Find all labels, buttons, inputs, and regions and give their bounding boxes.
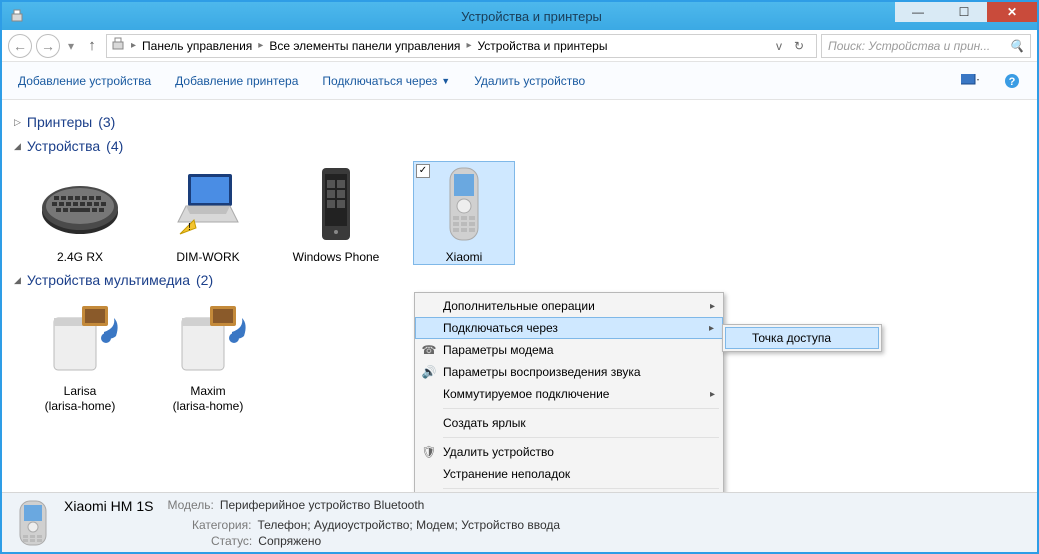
- up-button[interactable]: ↑: [82, 37, 102, 54]
- context-submenu: Точка доступа: [722, 324, 882, 352]
- status-model-value: Периферийное устройство Bluetooth: [220, 498, 424, 516]
- minimize-button[interactable]: —: [895, 2, 941, 22]
- keyboard-icon: [38, 162, 122, 246]
- content-area: ▷ Принтеры (3) ◢ Устройства (4): [2, 100, 1037, 492]
- ctx-item-additional-ops[interactable]: Дополнительные операции: [415, 295, 723, 317]
- status-category-label: Категория:: [192, 518, 251, 532]
- collapse-icon: ◢: [14, 275, 21, 286]
- expand-icon: ▷: [14, 117, 21, 128]
- device-item-xiaomi[interactable]: ✓ Xiaomi: [414, 162, 514, 264]
- device-label: DIM-WORK: [158, 250, 258, 264]
- window-frame: Устройства и принтеры — ☐ ✕ ← → ▾ ↑ ▸ Па…: [0, 0, 1039, 554]
- toolbar: Добавление устройства Добавление принтер…: [2, 62, 1037, 100]
- media-device-label: Maxim: [158, 384, 258, 398]
- ctx-item-dialup-connection[interactable]: Коммутируемое подключение: [415, 383, 723, 405]
- add-printer-button[interactable]: Добавление принтера: [175, 74, 298, 88]
- view-options-button[interactable]: [961, 72, 979, 90]
- status-category-value: Телефон; Аудиоустройство; Модем; Устройс…: [257, 518, 560, 532]
- status-model-label: Модель:: [167, 498, 213, 516]
- media-device-item[interactable]: Maxim (larisa-home): [158, 296, 258, 412]
- media-device-host: (larisa-home): [158, 399, 258, 413]
- device-item-winphone[interactable]: Windows Phone: [286, 162, 386, 264]
- media-device-host: (larisa-home): [30, 399, 130, 413]
- phone-icon: [294, 162, 378, 246]
- status-text: Xiaomi HM 1S Модель: Периферийное устрой…: [64, 498, 560, 548]
- device-label: Windows Phone: [286, 250, 386, 264]
- breadcrumb-bar[interactable]: ▸ Панель управления ▸ Все элементы панел…: [106, 34, 817, 58]
- close-button[interactable]: ✕: [987, 2, 1037, 22]
- breadcrumb-sep: ▸: [464, 40, 473, 51]
- refresh-icon[interactable]: ↻: [794, 39, 804, 53]
- status-state-label: Статус:: [211, 534, 252, 548]
- feature-phone-icon: [422, 162, 506, 246]
- titlebar: Устройства и принтеры — ☐ ✕: [2, 2, 1037, 30]
- group-header-printers[interactable]: ▷ Принтеры (3): [14, 114, 1025, 130]
- ctx-item-connect-via[interactable]: Подключаться через: [415, 317, 723, 339]
- connect-via-label: Подключаться через: [322, 74, 437, 88]
- status-device-icon: [14, 499, 52, 547]
- address-dropdown-icon[interactable]: v: [776, 39, 782, 53]
- context-menu: Дополнительные операции Подключаться чер…: [414, 292, 724, 492]
- group-count: (2): [196, 272, 213, 288]
- back-button[interactable]: ←: [8, 34, 32, 58]
- search-icon: 🔍: [1009, 39, 1024, 53]
- media-server-icon: [166, 296, 250, 380]
- ctx-item-sound-settings[interactable]: 🔊Параметры воспроизведения звука: [415, 361, 723, 383]
- collapse-icon: ◢: [14, 141, 21, 152]
- ctx-subitem-access-point[interactable]: Точка доступа: [725, 327, 879, 349]
- modem-icon: ☎: [421, 342, 437, 358]
- breadcrumb-root-icon: [111, 36, 127, 55]
- devices-row: 2.4G RX ! DIM-WORK: [30, 162, 1025, 264]
- group-label: Принтеры: [27, 114, 92, 130]
- window-buttons: — ☐ ✕: [895, 2, 1037, 22]
- group-header-devices[interactable]: ◢ Устройства (4): [14, 138, 1025, 154]
- media-device-label: Larisa: [30, 384, 130, 398]
- remove-device-button[interactable]: Удалить устройство: [474, 74, 585, 88]
- maximize-button[interactable]: ☐: [941, 2, 987, 22]
- titlebar-text: Устройства и принтеры: [26, 9, 1037, 24]
- ctx-separator: [443, 408, 719, 409]
- app-icon: [10, 8, 26, 24]
- history-dropdown[interactable]: ▾: [64, 39, 78, 53]
- breadcrumb-sep: ▸: [129, 40, 138, 51]
- ctx-item-remove-device[interactable]: 🛡Удалить устройство: [415, 441, 723, 463]
- ctx-item-create-shortcut[interactable]: Создать ярлык: [415, 412, 723, 434]
- search-placeholder: Поиск: Устройства и прин...: [828, 39, 1009, 53]
- ctx-item-troubleshoot[interactable]: Устранение неполадок: [415, 463, 723, 485]
- status-state-value: Сопряжено: [258, 534, 321, 548]
- group-header-multimedia[interactable]: ◢ Устройства мультимедиа (2): [14, 272, 1025, 288]
- ctx-item-modem-settings[interactable]: ☎Параметры модема: [415, 339, 723, 361]
- address-buttons: v ↻: [768, 39, 812, 53]
- media-device-item[interactable]: Larisa (larisa-home): [30, 296, 130, 412]
- chevron-down-icon: ▼: [441, 76, 450, 86]
- search-input[interactable]: Поиск: Устройства и прин... 🔍: [821, 34, 1031, 58]
- device-label: 2.4G RX: [30, 250, 130, 264]
- status-device-name: Xiaomi HM 1S: [64, 498, 153, 514]
- breadcrumb-item[interactable]: Все элементы панели управления: [267, 39, 462, 53]
- group-label: Устройства мультимедиа: [27, 272, 190, 288]
- shield-icon: 🛡: [421, 444, 437, 460]
- statusbar: Xiaomi HM 1S Модель: Периферийное устрой…: [2, 492, 1037, 552]
- laptop-icon: !: [166, 162, 250, 246]
- breadcrumb-item[interactable]: Панель управления: [140, 39, 254, 53]
- group-count: (3): [98, 114, 115, 130]
- group-label: Устройства: [27, 138, 100, 154]
- add-device-button[interactable]: Добавление устройства: [18, 74, 151, 88]
- help-button[interactable]: ?: [1003, 72, 1021, 90]
- device-label: Xiaomi: [414, 250, 514, 264]
- svg-text:!: !: [188, 222, 191, 233]
- navbar: ← → ▾ ↑ ▸ Панель управления ▸ Все элемен…: [2, 30, 1037, 62]
- breadcrumb-sep: ▸: [256, 40, 265, 51]
- breadcrumb-item[interactable]: Устройства и принтеры: [475, 39, 609, 53]
- ctx-separator: [443, 488, 719, 489]
- media-server-icon: [38, 296, 122, 380]
- svg-text:?: ?: [1009, 76, 1016, 88]
- group-count: (4): [106, 138, 123, 154]
- connect-via-button[interactable]: Подключаться через ▼: [322, 74, 450, 88]
- sound-icon: 🔊: [421, 364, 437, 380]
- forward-button[interactable]: →: [36, 34, 60, 58]
- device-item-laptop[interactable]: ! DIM-WORK: [158, 162, 258, 264]
- ctx-separator: [443, 437, 719, 438]
- device-item-keyboard[interactable]: 2.4G RX: [30, 162, 130, 264]
